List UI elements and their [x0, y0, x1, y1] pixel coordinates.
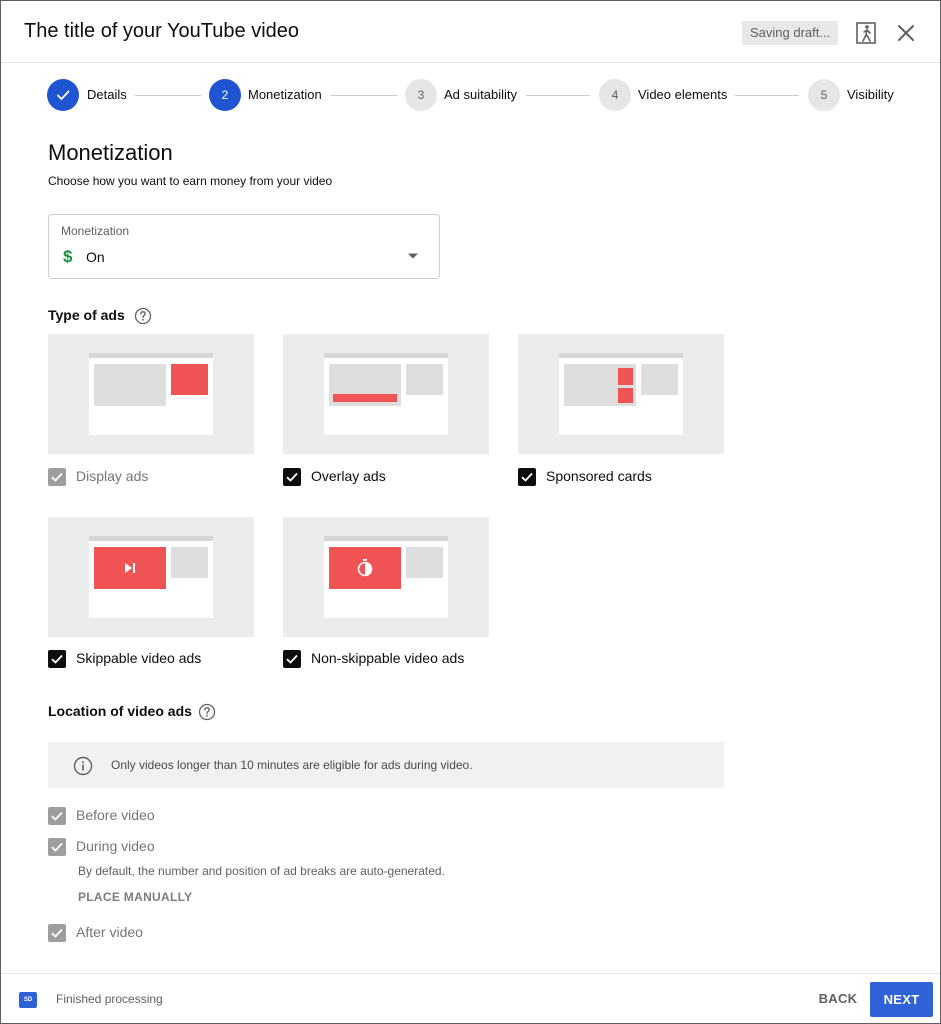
select-value: On	[86, 249, 105, 265]
checkbox-label: Non-skippable video ads	[311, 650, 465, 666]
info-text: Only videos longer than 10 minutes are e…	[111, 758, 473, 772]
step-video-elements-circle[interactable]: 4	[599, 79, 631, 111]
step-ad-suitability-circle[interactable]: 3	[405, 79, 437, 111]
upload-dialog: The title of your YouTube video Saving d…	[0, 0, 941, 1024]
checkbox-icon	[283, 650, 301, 668]
step-details-label[interactable]: Details	[87, 87, 127, 102]
select-label: Monetization	[61, 224, 130, 238]
page-title: Monetization	[48, 140, 173, 165]
dialog-title: The title of your YouTube video	[24, 20, 299, 42]
step-visibility-label[interactable]: Visibility	[847, 87, 894, 102]
checkmark-icon	[57, 90, 70, 100]
checkbox-label: Before video	[76, 807, 155, 823]
checkbox-icon	[48, 807, 66, 825]
screen-mockup	[559, 353, 683, 435]
sponsored-cards-illustration	[518, 334, 724, 454]
caret-down-icon	[407, 247, 419, 259]
checkbox-label: After video	[76, 924, 143, 940]
checkbox-icon	[518, 468, 536, 486]
info-icon	[73, 756, 93, 776]
screen-mockup	[89, 353, 213, 435]
step-video-elements-label[interactable]: Video elements	[638, 87, 727, 102]
dialog-footer: SD Finished processing BACK NEXT	[1, 973, 940, 1023]
step-ad-suitability-label[interactable]: Ad suitability	[444, 87, 517, 102]
checkbox-label: Sponsored cards	[546, 468, 652, 484]
checkbox-icon	[48, 468, 66, 486]
screen-mockup	[324, 353, 448, 435]
next-button[interactable]: NEXT	[870, 982, 933, 1017]
step-monetization-label[interactable]: Monetization	[248, 87, 322, 102]
ad-breaks-note: By default, the number and position of a…	[78, 864, 445, 878]
sponsored-card-block	[618, 388, 633, 403]
checkbox-icon	[283, 468, 301, 486]
screen-mockup	[324, 536, 448, 618]
sponsored-card-block	[618, 368, 633, 385]
monetization-select[interactable]: Monetization $ On	[48, 214, 440, 279]
checkbox-icon	[48, 838, 66, 856]
step-connector	[735, 95, 799, 96]
close-icon[interactable]	[894, 21, 918, 45]
processing-status: Finished processing	[56, 992, 163, 1006]
info-banner: Only videos longer than 10 minutes are e…	[48, 742, 724, 788]
upload-stepper: Details 2 Monetization 3 Ad suitability …	[1, 79, 940, 113]
checkbox-icon	[48, 650, 66, 668]
checkbox-label: During video	[76, 838, 155, 854]
send-feedback-icon[interactable]	[854, 21, 878, 45]
dollar-icon: $	[63, 247, 73, 266]
help-icon[interactable]	[134, 307, 152, 325]
step-connector	[135, 95, 201, 96]
back-button[interactable]: BACK	[811, 982, 865, 1016]
location-of-video-ads-title: Location of video ads	[48, 703, 192, 719]
display-ads-illustration	[48, 334, 254, 454]
video-ad-block	[94, 547, 166, 589]
timer-icon	[357, 559, 373, 577]
checkbox-icon	[48, 924, 66, 942]
screen-mockup	[89, 536, 213, 618]
checkbox-label: Overlay ads	[311, 468, 386, 484]
non-skippable-video-ads-illustration	[283, 517, 489, 637]
type-of-ads-title: Type of ads	[48, 307, 125, 323]
overlay-ads-illustration	[283, 334, 489, 454]
sd-quality-icon: SD	[19, 992, 37, 1008]
checkbox-label: Display ads	[76, 468, 149, 484]
step-monetization-circle[interactable]: 2	[209, 79, 241, 111]
checkbox-label: Skippable video ads	[76, 650, 202, 666]
step-connector	[331, 95, 397, 96]
overlay-ad-block	[333, 394, 397, 402]
skip-icon	[125, 563, 135, 573]
page-subtitle: Choose how you want to earn money from y…	[48, 174, 333, 188]
place-manually-button[interactable]: PLACE MANUALLY	[78, 890, 192, 904]
display-ad-block	[171, 364, 208, 395]
help-icon[interactable]	[198, 703, 216, 721]
dialog-header: The title of your YouTube video Saving d…	[1, 1, 940, 63]
step-visibility-circle[interactable]: 5	[808, 79, 840, 111]
skippable-video-ads-illustration	[48, 517, 254, 637]
step-details-circle[interactable]	[47, 79, 79, 111]
video-ad-block	[329, 547, 401, 589]
step-connector	[526, 95, 590, 96]
saving-status-badge: Saving draft...	[742, 21, 839, 45]
